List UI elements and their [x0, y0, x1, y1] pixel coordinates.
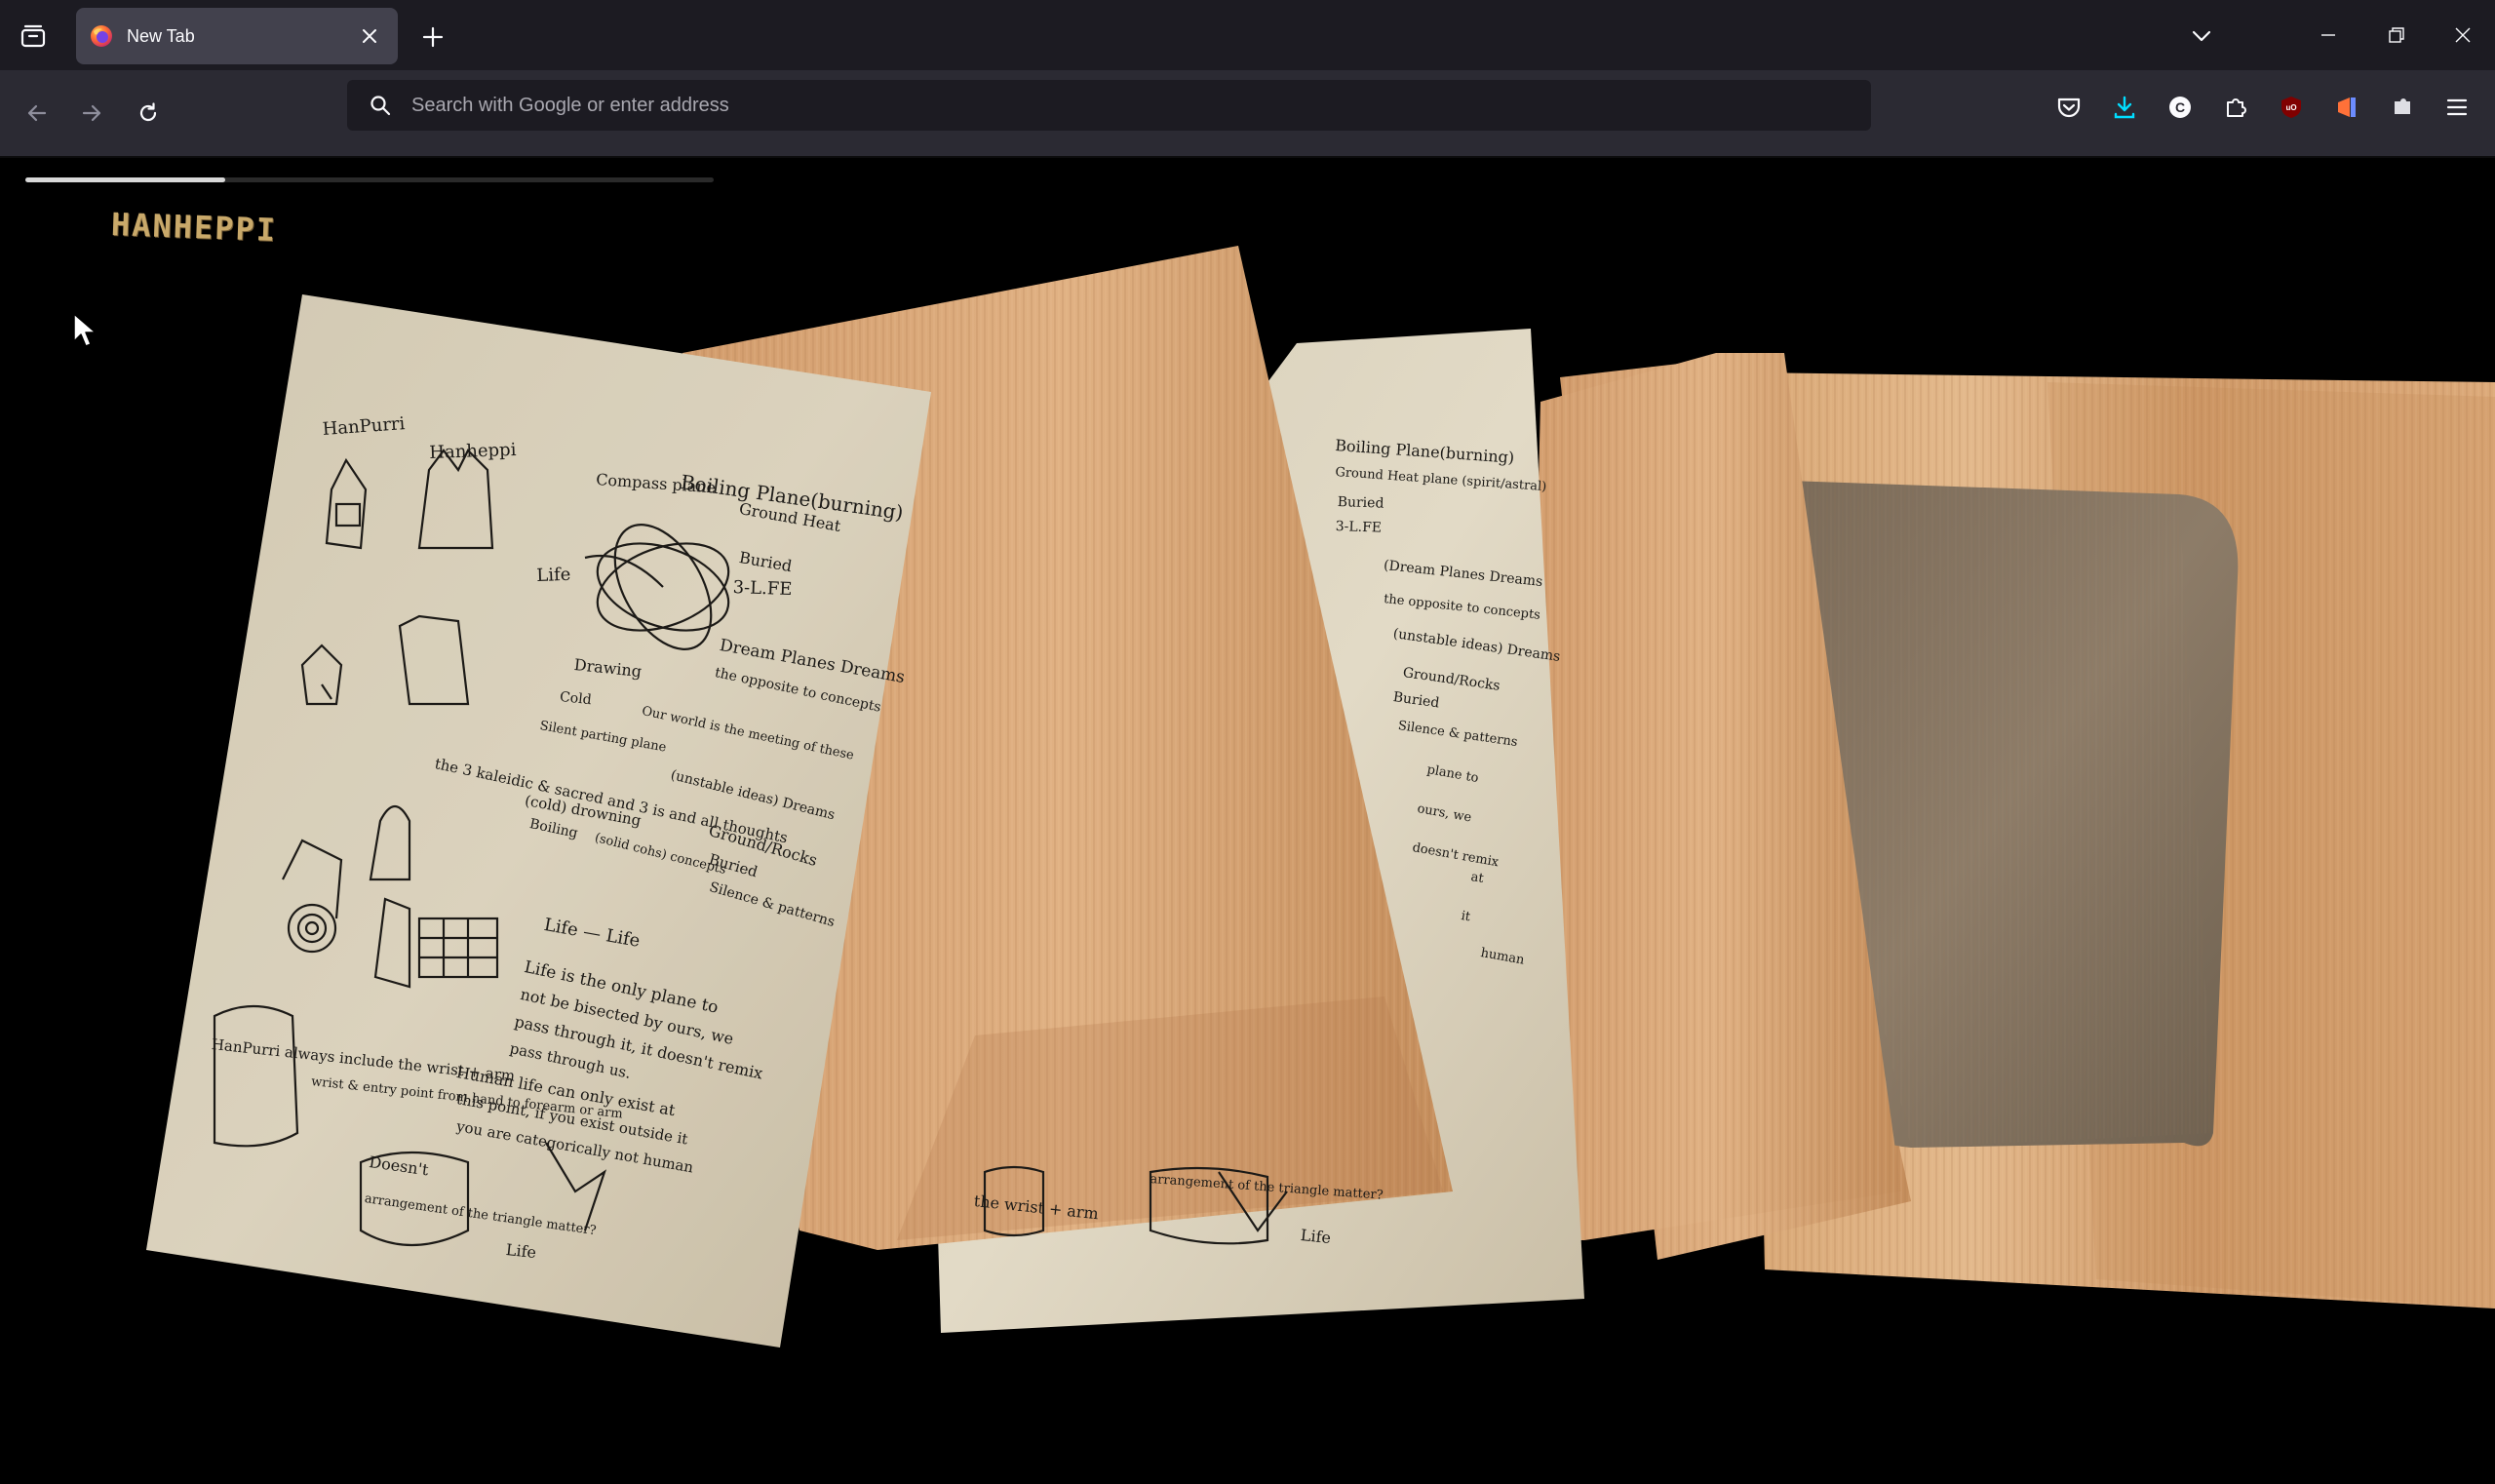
handwritten-note-line: 3-L.FE — [732, 577, 793, 601]
navigation-toolbar: C uO — [0, 70, 2495, 158]
account-button[interactable]: C — [2159, 86, 2202, 129]
svg-text:C: C — [2175, 99, 2185, 115]
search-input[interactable] — [411, 86, 1871, 125]
minimize-icon — [2321, 34, 2335, 36]
close-window-button[interactable] — [2436, 14, 2490, 57]
tab-new-tab[interactable]: New Tab — [76, 8, 398, 64]
pocket-icon — [2057, 98, 2081, 118]
restore-window-button[interactable] — [2369, 14, 2424, 57]
extension-blob-icon — [2395, 98, 2410, 114]
forward-button[interactable] — [68, 90, 115, 137]
papyrus-scroll-scene[interactable] — [0, 158, 2495, 1484]
reload-icon — [139, 102, 157, 122]
hamburger-menu-icon — [2446, 98, 2468, 116]
handwritten-note-line: 3-L.FE — [1335, 519, 1383, 536]
close-icon — [363, 29, 376, 43]
ublock-shield-icon: uO — [2281, 97, 2301, 118]
tab-list-dropdown-button[interactable] — [2184, 20, 2219, 53]
download-icon — [2114, 96, 2135, 119]
svg-text:uO: uO — [2285, 103, 2296, 112]
puzzle-icon — [2227, 98, 2246, 117]
close-window-icon — [2455, 27, 2471, 43]
handwritten-note-line: at — [1469, 870, 1485, 887]
extensions-button[interactable] — [2214, 86, 2257, 129]
list-all-tabs-button[interactable] — [14, 20, 53, 53]
chevron-down-icon — [2192, 30, 2211, 42]
extension-puzzle-gray-button[interactable] — [2381, 86, 2424, 129]
ublock-extension-button[interactable]: uO — [2270, 86, 2313, 129]
tab-title: New Tab — [127, 25, 195, 46]
search-icon — [367, 92, 394, 119]
handwritten-note-line: Buried — [1337, 494, 1384, 512]
handwritten-note-line: Life — [505, 1240, 537, 1263]
minimize-window-button[interactable] — [2301, 14, 2356, 57]
plus-icon — [422, 26, 444, 48]
downloads-button[interactable] — [2103, 86, 2146, 129]
restore-icon — [2389, 27, 2404, 43]
handwritten-note-line: Life — [536, 564, 571, 586]
app-menu-button[interactable] — [2436, 86, 2478, 129]
handwritten-note-line: Life — [1300, 1226, 1332, 1248]
address-bar[interactable] — [347, 80, 1871, 131]
firefox-icon — [91, 25, 112, 47]
handwritten-note-line: Cold — [559, 689, 593, 709]
back-button[interactable] — [14, 90, 60, 137]
arrow-left-icon — [27, 104, 47, 122]
handwritten-note-line: Hanheppi — [429, 439, 517, 463]
extension-flag-button[interactable] — [2325, 86, 2368, 129]
new-tab-button[interactable] — [415, 20, 450, 55]
pocket-button[interactable] — [2047, 86, 2090, 129]
arrow-right-icon — [82, 104, 101, 122]
flag-extension-icon — [2338, 98, 2356, 117]
tab-bar: New Tab — [0, 0, 2495, 70]
list-all-tabs-icon — [20, 24, 46, 48]
reload-button[interactable] — [125, 90, 172, 137]
page-viewport: HANHEPPI HanPurri Hanheppi Boiling Plane… — [0, 158, 2495, 1484]
close-tab-button[interactable] — [359, 25, 380, 47]
account-c-icon: C — [2169, 97, 2191, 118]
